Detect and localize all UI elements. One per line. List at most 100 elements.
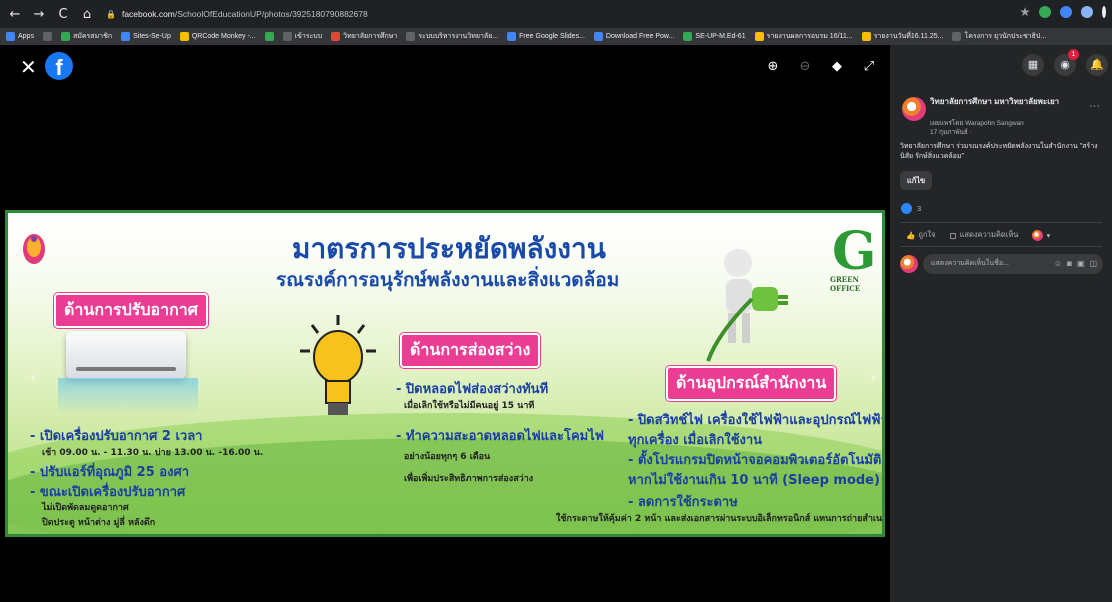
account-controls: ▦ ◉ 1 🔔 xyxy=(1022,49,1108,76)
url-field[interactable]: 🔒 facebook.com /SchoolOfEducationUP/phot… xyxy=(106,9,368,19)
bookmark-item[interactable]: ระบบบริหารงานวิทยาลัย... xyxy=(406,31,498,42)
bookmark-icon xyxy=(331,32,341,41)
nav-buttons: ← → C ⌂ xyxy=(0,7,94,22)
bookmark-item[interactable]: Free Google Slides... xyxy=(507,32,585,41)
more-options-icon[interactable]: ··· xyxy=(1089,100,1100,112)
bookmark-item[interactable]: Sites-Se-Up xyxy=(121,32,171,41)
facebook-logo-icon[interactable]: f xyxy=(45,52,73,80)
bookmark-item[interactable]: สมัครสมาชิก xyxy=(60,31,113,42)
bookmarks-bar: Apps สมัครสมาชิก Sites-Se-Up QRCode Monkey … xyxy=(0,28,1112,45)
messenger-icon[interactable]: ◉ 1 xyxy=(1054,49,1079,76)
close-icon[interactable]: ✕ xyxy=(20,57,37,77)
menu-grid-icon[interactable]: ▦ xyxy=(1022,54,1044,76)
post-date[interactable]: 17 กุมภาพันธ์ · xyxy=(930,128,1090,137)
bookmark-item[interactable]: วิทยาลัยการศึกษา xyxy=(331,31,397,42)
zoom-out-icon[interactable]: ⊖ xyxy=(798,59,812,74)
bookmark-label: โครงการ ยุวนักประชาธิป... xyxy=(964,33,1047,40)
bookmark-icon xyxy=(6,32,15,41)
university-logo-icon xyxy=(23,234,45,264)
lighting-tip-detail: เมื่อเลิกใช้หรือไม่มีคนอยู่ 15 นาที xyxy=(404,401,535,411)
bookmark-icon xyxy=(683,32,693,41)
reaction-summary[interactable]: 3 xyxy=(901,203,921,214)
gif-icon[interactable]: ▣ xyxy=(1077,254,1085,274)
ac-tip: - ขณะเปิดเครื่องปรับอากาศ xyxy=(30,485,186,500)
profile-switcher[interactable]: ▾ xyxy=(1032,229,1050,241)
lock-icon: 🔒 xyxy=(106,9,116,19)
comment-icon: ▢ xyxy=(949,230,957,240)
notifications-icon[interactable]: 🔔 xyxy=(1086,54,1108,76)
next-photo-icon[interactable]: › xyxy=(870,368,876,387)
bookmark-item[interactable]: เข้าระบบ xyxy=(282,31,322,42)
bookmark-label: รายงานผลการอบรม 16/11... xyxy=(766,33,853,40)
page-avatar[interactable] xyxy=(902,97,926,121)
like-button[interactable]: 👍 ถูกใจ xyxy=(906,229,935,241)
bookmark-icon xyxy=(593,32,603,41)
lighting-tip-detail: เพื่อเพิ่มประสิทธิภาพการส่องสว่าง xyxy=(404,474,534,484)
bookmark-icon xyxy=(264,32,274,41)
profile-avatar xyxy=(1032,229,1044,241)
browser-extensions xyxy=(1020,6,1106,18)
equipment-tip: - ลดการใช้กระดาษ xyxy=(628,495,738,510)
home-icon[interactable]: ⌂ xyxy=(80,7,94,22)
extension-icon[interactable] xyxy=(1081,6,1093,18)
light-bulb-icon xyxy=(300,315,376,415)
edit-button[interactable]: แก้ไข xyxy=(900,171,932,190)
divider xyxy=(900,246,1102,247)
bookmark-item[interactable]: Download Free Pow... xyxy=(593,32,674,41)
green-office-logo-icon: G xyxy=(832,221,877,282)
forward-icon[interactable]: → xyxy=(32,7,46,22)
bookmark-item[interactable] xyxy=(42,32,52,41)
bookmark-item[interactable]: SE-UP-M.Ed-61 xyxy=(683,32,746,41)
section-label-office-equipment: ด้านอุปกรณ์สำนักงาน xyxy=(666,366,837,401)
extension-icon[interactable] xyxy=(1060,6,1072,18)
bookmark-label: สมัครสมาชิก xyxy=(72,33,113,40)
bookmark-item[interactable] xyxy=(264,32,274,41)
back-icon[interactable]: ← xyxy=(8,7,22,22)
notification-badge: 1 xyxy=(1068,49,1079,60)
cool-air-decoration xyxy=(58,378,198,414)
bookmark-item[interactable]: รายงานวันที่16.11.25... xyxy=(861,31,943,42)
bookmark-item[interactable]: รายงานผลการอบรม 16/11... xyxy=(754,31,853,42)
bookmark-label: ระบบบริหารงานวิทยาลัย... xyxy=(418,33,499,40)
like-label: ถูกใจ xyxy=(918,230,936,239)
banner-subtitle: รณรงค์การอนุรักษ์พลังงานและสิ่งแวดล้อม xyxy=(276,269,620,291)
bookmark-icon xyxy=(121,32,131,41)
equipment-tip-detail: ใช้กระดาษให้คุ้มค่า 2 หน้า และส่งเอกสารผ… xyxy=(556,514,885,524)
post-meta: เผยแพร่โดย Warapohn Sangwan 17 กุมภาพันธ… xyxy=(930,119,1090,137)
bookmark-item[interactable]: โครงการ ยุวนักประชาธิป... xyxy=(952,31,1046,42)
lighting-tip: - ทำความสะอาดหลอดไฟและโคมไฟ xyxy=(396,429,604,444)
bookmark-label: Sites-Se-Up xyxy=(133,33,171,40)
emoji-icon[interactable]: ☺ xyxy=(1054,254,1062,274)
menu-icon[interactable] xyxy=(1102,6,1106,18)
bookmark-icon xyxy=(861,32,871,41)
equipment-tip: ทุกเครื่อง เมื่อเลิกใช้งาน xyxy=(628,433,763,448)
thumbs-up-icon: 👍 xyxy=(906,230,916,240)
tag-icon[interactable]: ◆ xyxy=(830,59,844,74)
bookmark-item[interactable]: QRCode Monkey -... xyxy=(179,32,256,41)
address-bar-row: ← → C ⌂ 🔒 facebook.com /SchoolOfEducatio… xyxy=(0,0,1112,28)
bookmark-icon xyxy=(952,32,962,41)
previous-photo-icon[interactable]: ‹ xyxy=(30,368,36,387)
bookmark-item[interactable]: Apps xyxy=(6,32,34,41)
like-reaction-icon xyxy=(901,203,912,214)
bookmark-icon xyxy=(282,32,292,41)
section-label-air-conditioning: ด้านการปรับอากาศ xyxy=(54,293,208,328)
extension-icon[interactable] xyxy=(1039,6,1051,18)
bookmark-label: Apps xyxy=(18,33,34,40)
bookmark-icon xyxy=(42,32,52,41)
bookmark-label: QRCode Monkey -... xyxy=(191,33,256,40)
comment-input[interactable]: แสดงความคิดเห็นในชื่อ... ☺ ◙ ▣ ◫ xyxy=(923,254,1103,274)
page-name[interactable]: วิทยาลัยการศึกษา มหาวิทยาลัยพะเยา xyxy=(930,97,1080,107)
photo-viewer: ✕ f ⊕ ⊖ ◆ ⤢ มาตรการประหยัดพลังงาน รณรงค์… xyxy=(0,45,890,602)
lighting-tip-detail: อย่างน้อยทุกๆ 6 เดือน xyxy=(404,452,491,462)
equipment-tip: - ตั้งโปรแกรมปิดหน้าจอคอมพิวเตอร์อัตโนมั… xyxy=(628,453,882,468)
sticker-icon[interactable]: ◫ xyxy=(1089,254,1097,274)
bookmark-star-icon[interactable] xyxy=(1020,7,1030,17)
fullscreen-icon[interactable]: ⤢ xyxy=(862,59,876,74)
zoom-in-icon[interactable]: ⊕ xyxy=(766,59,780,74)
reload-icon[interactable]: C xyxy=(56,7,70,22)
commenter-avatar xyxy=(900,255,918,273)
comment-button[interactable]: ▢ แสดงความคิดเห็น xyxy=(949,229,1018,241)
posted-by[interactable]: เผยแพร่โดย Warapohn Sangwan xyxy=(930,119,1090,128)
camera-icon[interactable]: ◙ xyxy=(1067,254,1072,274)
